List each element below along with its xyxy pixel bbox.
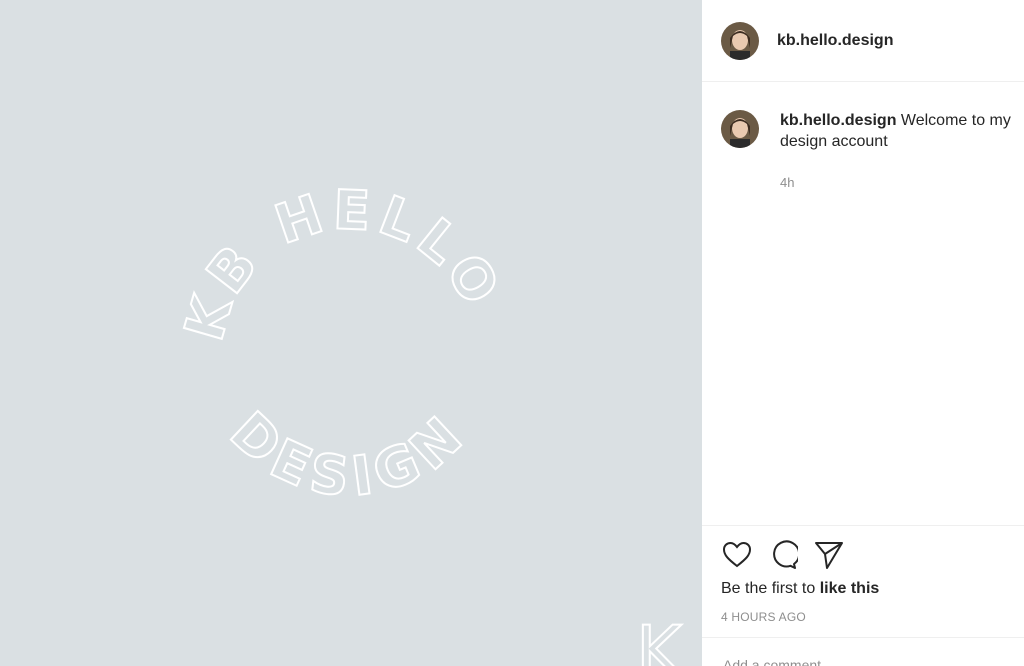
likes-prefix: Be the first to: [721, 580, 820, 597]
post-actions: [721, 539, 845, 571]
circular-logo: KB HELLO DESIGN K: [171, 177, 685, 666]
caption-text: kb.hello.design Welcome to my design acc…: [780, 110, 1020, 152]
comments-area: kb.hello.design Welcome to my design acc…: [702, 82, 1024, 526]
like-button[interactable]: [721, 539, 753, 571]
post-side-panel: kb.hello.design kb.hello.design Welcome …: [702, 0, 1024, 666]
comment-input[interactable]: [721, 656, 1005, 666]
header-username[interactable]: kb.hello.design: [777, 32, 893, 50]
svg-text:KB HELLO: KB HELLO: [172, 178, 514, 347]
avatar[interactable]: [721, 110, 759, 148]
posted-time[interactable]: 4 HOURS AGO: [721, 610, 806, 624]
logo-arc-top-text: KB HELLO: [171, 177, 509, 348]
comment-icon: [773, 540, 798, 569]
add-comment-bar: [702, 637, 1024, 666]
heart-icon: [722, 541, 752, 568]
caption-time[interactable]: 4h: [780, 172, 1020, 193]
comment-button[interactable]: [767, 539, 799, 571]
logo-arc-bottom-text: DESIGN: [217, 399, 472, 511]
caption-username[interactable]: kb.hello.design: [780, 112, 896, 129]
svg-text:DESIGN: DESIGN: [218, 400, 479, 510]
avatar[interactable]: [721, 21, 759, 60]
like-this-link[interactable]: like this: [820, 580, 880, 597]
paper-plane-icon: [815, 542, 843, 569]
likes-line: Be the first to like this: [721, 580, 879, 598]
corner-mark: K: [636, 611, 684, 666]
share-button[interactable]: [813, 539, 845, 571]
post-image[interactable]: KB HELLO DESIGN K: [0, 0, 702, 666]
post-header: kb.hello.design: [702, 0, 1024, 82]
caption-comment: kb.hello.design Welcome to my design acc…: [721, 110, 1020, 193]
